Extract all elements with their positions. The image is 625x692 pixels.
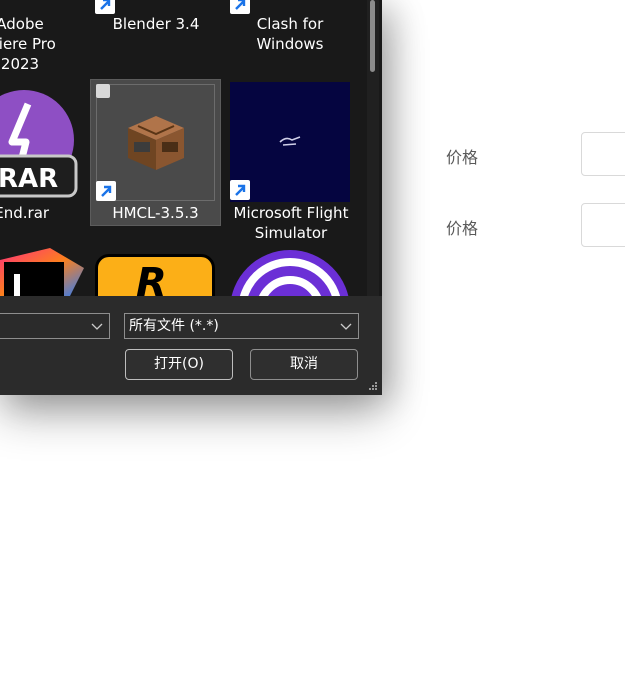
file-open-dialog: Adobe miere Pro 2023 Blender 3.4 Clash f…	[0, 0, 382, 395]
price-input-1[interactable]	[581, 132, 625, 176]
file-tile-hmcl[interactable]: HMCL-3.5.3	[90, 79, 221, 226]
file-tile-blender[interactable]: Blender 3.4	[91, 14, 221, 44]
file-tile-winrar[interactable]: RAR ntEnd.rar	[0, 82, 98, 232]
file-type-value: 所有文件 (*.*)	[129, 318, 219, 334]
file-list-view: Adobe miere Pro 2023 Blender 3.4 Clash f…	[0, 0, 382, 296]
price-label-2: 价格	[446, 219, 479, 238]
rar-badge: RAR	[0, 164, 59, 194]
open-button[interactable]: 打开(O)	[125, 349, 233, 380]
vertical-scrollbar[interactable]	[367, 0, 379, 296]
select-checkbox[interactable]	[96, 84, 110, 98]
shortcut-arrow-icon	[230, 0, 250, 14]
file-name: Microsoft Flight Simulator	[233, 204, 349, 242]
filename-combo[interactable]	[0, 313, 110, 339]
jetbrains-app-icon[interactable]	[0, 248, 84, 296]
scrollbar-thumb[interactable]	[370, 0, 375, 72]
chevron-down-icon	[340, 323, 352, 330]
file-tile-flight-sim[interactable]: Microsoft Flight Simulator	[226, 82, 356, 242]
price-label-1: 价格	[446, 148, 479, 167]
file-name: Adobe miere Pro 2023	[0, 15, 56, 73]
file-tile-clash[interactable]: Clash for Windows	[225, 14, 355, 54]
crafting-table-icon	[128, 116, 184, 170]
file-type-select[interactable]: 所有文件 (*.*)	[124, 313, 359, 339]
shortcut-arrow-icon	[95, 0, 115, 14]
shortcut-arrow-icon	[96, 181, 116, 201]
file-name: ntEnd.rar	[0, 204, 50, 222]
price-input-2[interactable]	[581, 203, 625, 247]
file-name: Blender 3.4	[112, 15, 200, 33]
rockstar-launcher-icon[interactable]: R	[95, 254, 215, 296]
resize-grip-icon[interactable]	[368, 381, 378, 391]
dialog-footer: 所有文件 (*.*) 打开(O) 取消	[0, 296, 382, 395]
ubisoft-connect-icon[interactable]	[230, 248, 350, 296]
chevron-down-icon	[91, 323, 103, 330]
file-name: Clash for Windows	[256, 15, 324, 53]
file-tile-premiere[interactable]: Adobe miere Pro 2023	[0, 0, 85, 76]
file-name: HMCL-3.5.3	[112, 204, 199, 222]
cancel-button[interactable]: 取消	[250, 349, 358, 380]
shortcut-arrow-icon	[230, 180, 250, 200]
